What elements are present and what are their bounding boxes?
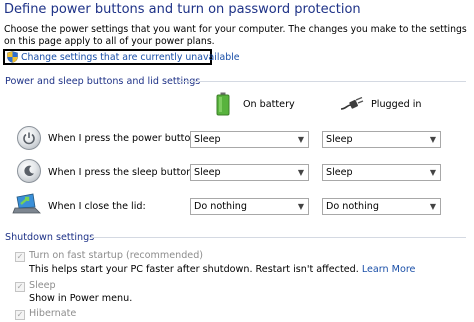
learn-more-link[interactable]: Learn More [362, 264, 416, 275]
hibernate-label: Hibernate [29, 308, 77, 319]
sleep-menu-label: Sleep [29, 280, 56, 291]
fast-startup-help: This helps start your PC faster after sh… [29, 264, 415, 275]
checkmark-icon: ✓ [16, 252, 24, 261]
uac-shield-icon [7, 51, 18, 63]
power-button-icon [17, 126, 41, 150]
sleep-button-battery-select[interactable]: Sleep ▼ [190, 164, 309, 181]
select-value: Sleep [326, 134, 353, 145]
col-header-plugged-in: Plugged in [371, 99, 422, 110]
hibernate-checkbox[interactable]: ✓ [15, 310, 25, 320]
select-value: Sleep [194, 134, 221, 145]
chevron-down-icon: ▼ [429, 202, 436, 211]
shutdown-section-title: Shutdown settings [5, 232, 95, 243]
fast-startup-label: Turn on fast startup (recommended) [29, 250, 204, 261]
lid-battery-select[interactable]: Do nothing ▼ [190, 198, 309, 215]
lid-plugged-select[interactable]: Do nothing ▼ [322, 198, 441, 215]
select-value: Do nothing [194, 201, 247, 212]
power-plug-icon [340, 96, 364, 114]
chevron-down-icon: ▼ [297, 168, 304, 177]
checkmark-icon: ✓ [16, 310, 24, 319]
chevron-down-icon: ▼ [429, 135, 436, 144]
section-divider [178, 81, 466, 82]
chevron-down-icon: ▼ [429, 168, 436, 177]
change-settings-label: Change settings that are currently unava… [21, 51, 240, 63]
select-value: Do nothing [326, 201, 379, 212]
chevron-down-icon: ▼ [297, 135, 304, 144]
sleep-menu-checkbox[interactable]: ✓ [15, 282, 25, 292]
checkmark-icon: ✓ [16, 282, 24, 291]
select-value: Sleep [326, 167, 353, 178]
laptop-lid-icon [12, 193, 42, 218]
fast-startup-checkbox[interactable]: ✓ [15, 252, 25, 262]
power-section-title: Power and sleep buttons and lid settings [5, 76, 201, 87]
section-divider [90, 237, 466, 238]
battery-icon [216, 92, 230, 119]
change-settings-link[interactable]: Change settings that are currently unava… [3, 49, 240, 65]
power-button-battery-select[interactable]: Sleep ▼ [190, 131, 309, 148]
row-label-close-lid: When I close the lid: [48, 201, 146, 212]
power-button-plugged-select[interactable]: Sleep ▼ [322, 131, 441, 148]
select-value: Sleep [194, 167, 221, 178]
sleep-menu-description: Show in Power menu. [29, 293, 133, 304]
row-label-power-button: When I press the power button: [48, 133, 200, 144]
chevron-down-icon: ▼ [297, 202, 304, 211]
page-title: Define power buttons and turn on passwor… [4, 2, 361, 17]
page-description: Choose the power settings that you want … [4, 24, 467, 47]
sleep-button-plugged-select[interactable]: Sleep ▼ [322, 164, 441, 181]
col-header-on-battery: On battery [243, 99, 295, 110]
sleep-button-icon [17, 159, 41, 183]
row-label-sleep-button: When I press the sleep button: [48, 167, 196, 178]
fast-startup-description: This helps start your PC faster after sh… [29, 264, 359, 275]
